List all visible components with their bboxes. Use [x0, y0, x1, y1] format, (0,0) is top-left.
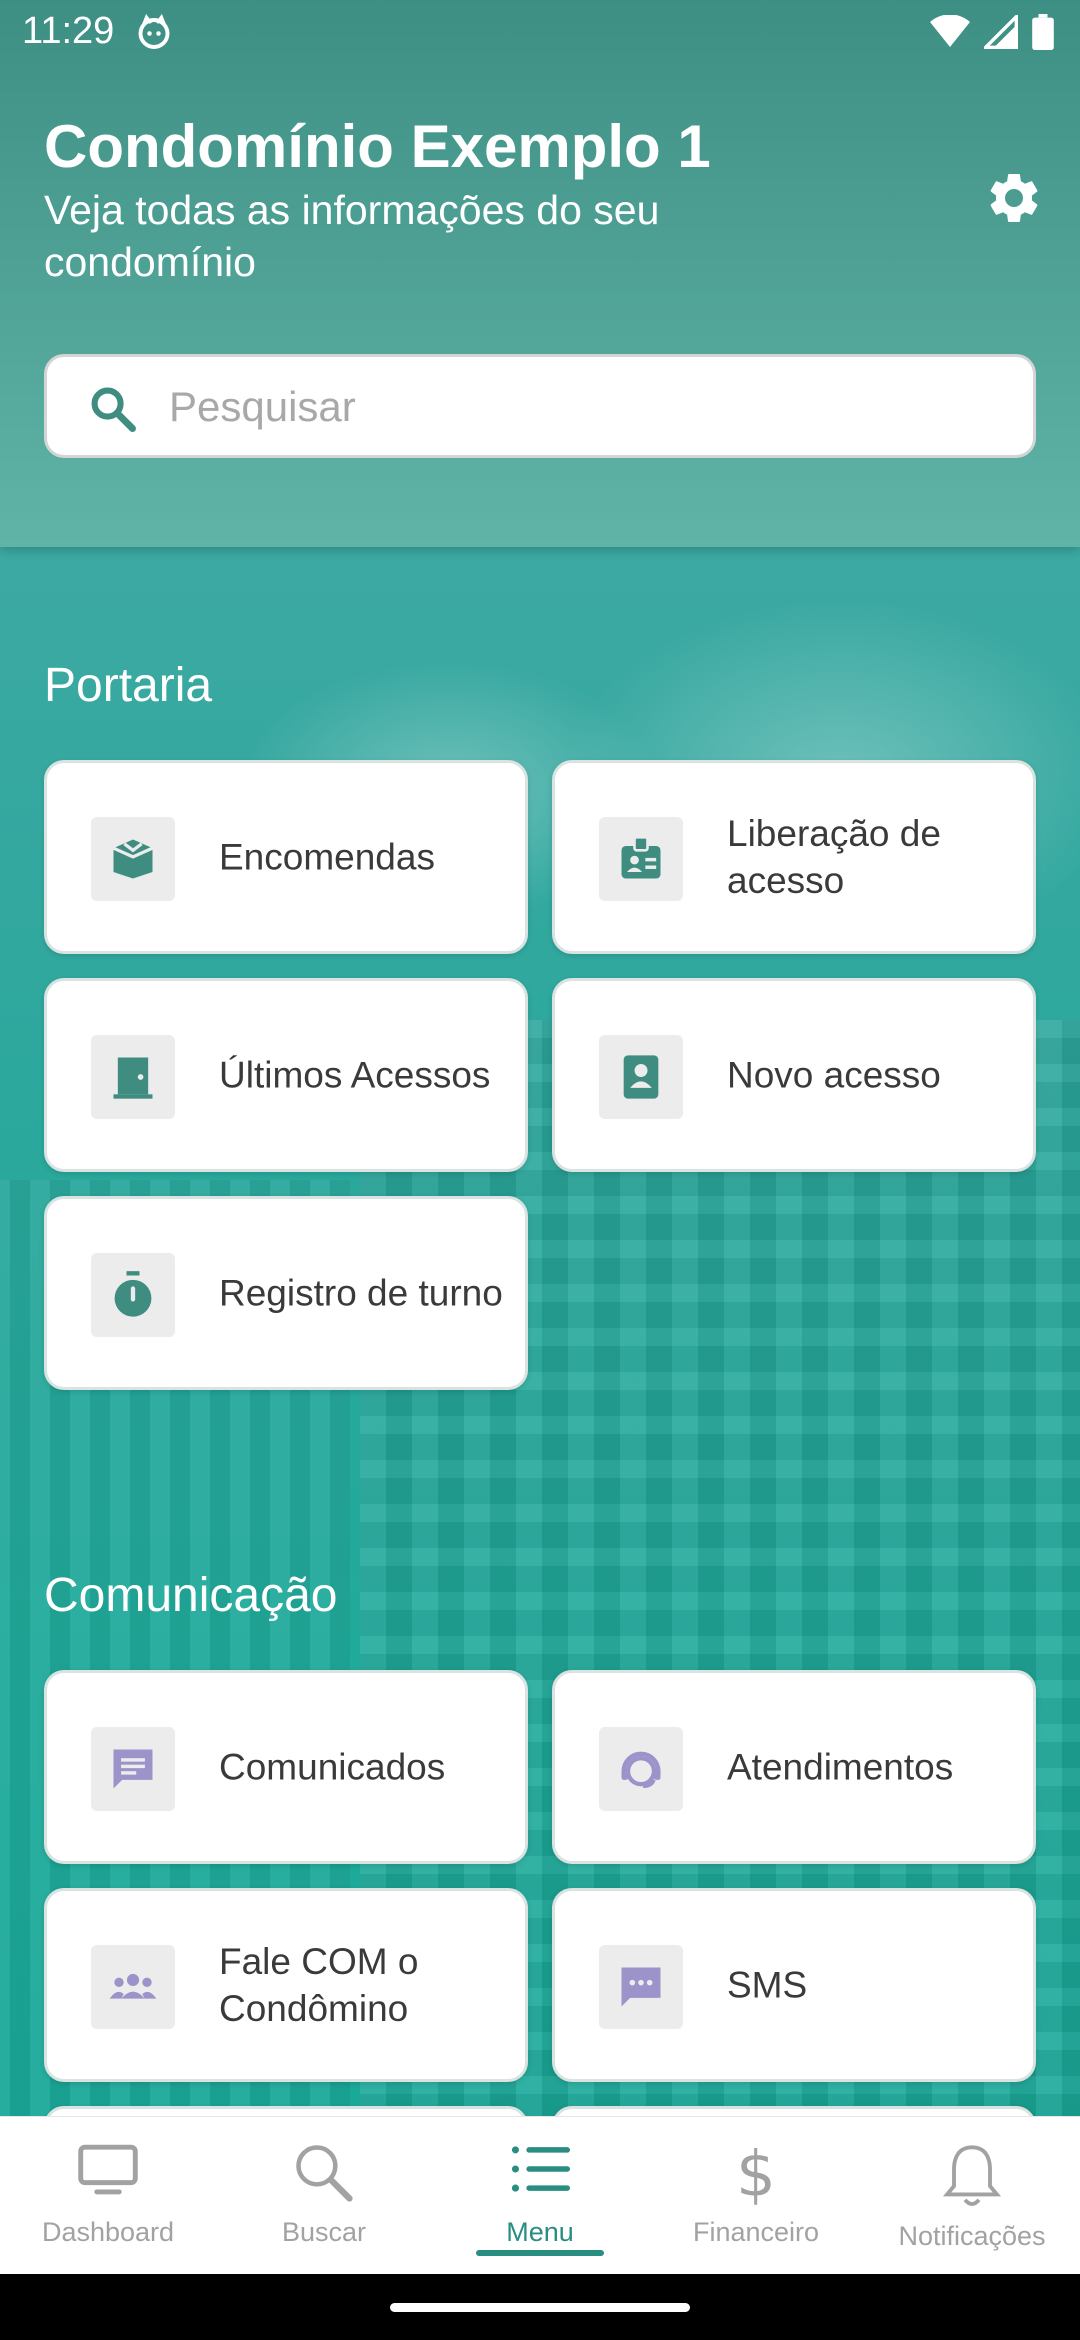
- page-subtitle: Veja todas as informações do seu condomí…: [44, 187, 660, 285]
- menu-card-label: Novo acesso: [727, 1054, 941, 1096]
- nav-label: Financeiro: [692, 2217, 820, 2247]
- menu-card-label: SMS: [727, 1964, 808, 2006]
- menu-card-comunicados[interactable]: Comunicados: [44, 1670, 528, 1864]
- nav-label: Notificações: [898, 2221, 1046, 2251]
- home-gesture-handle[interactable]: [390, 2303, 690, 2312]
- nav-label: Dashboard: [41, 2217, 175, 2247]
- package-icon: [112, 839, 154, 879]
- battery-icon: [1032, 14, 1054, 50]
- menu-card-registro-de-turno[interactable]: Registro de turno: [44, 1196, 528, 1390]
- stopwatch-icon: [114, 1271, 152, 1317]
- search-icon: [296, 2145, 353, 2202]
- dollar-icon: $: [736, 2139, 776, 2207]
- group-icon: [109, 1973, 157, 1999]
- nav-label: Menu: [506, 2217, 574, 2247]
- page-title: Condomínio Exemplo 1: [44, 113, 711, 180]
- menu-card-encomendas[interactable]: Encomendas: [44, 760, 528, 954]
- menu-card-label: Fale COM o Condômino: [219, 1941, 419, 2029]
- contact-card-icon: [623, 1055, 659, 1099]
- wifi-icon: [930, 15, 970, 47]
- message-icon: [113, 1749, 153, 1789]
- nav-item-financeiro[interactable]: $ Financeiro: [648, 2117, 864, 2275]
- nav-label: Buscar: [281, 2217, 367, 2247]
- menu-card-label: Liberação de acesso: [727, 813, 941, 901]
- cat-notification-icon: [138, 14, 170, 49]
- app-header: 11:29 Condomínio Exemplo 1 Veja todas as…: [0, 0, 1080, 547]
- search-bar[interactable]: [44, 354, 1036, 458]
- nav-item-buscar[interactable]: Buscar: [216, 2117, 432, 2275]
- menu-card-fale-com-o-condomino[interactable]: Fale COM o Condômino: [44, 1888, 528, 2082]
- menu-card-label: Encomendas: [219, 836, 435, 878]
- menu-card-novo-acesso[interactable]: Novo acesso: [552, 978, 1036, 1172]
- menu-card-atendimentos[interactable]: Atendimentos: [552, 1670, 1036, 1864]
- nav-item-dashboard[interactable]: Dashboard: [0, 2117, 216, 2275]
- search-icon: [91, 387, 136, 432]
- search-input[interactable]: [169, 375, 1009, 439]
- list-icon: [511, 2146, 570, 2192]
- menu-card-label: Comunicados: [219, 1746, 446, 1788]
- menu-card-ultimos-acessos[interactable]: Últimos Acessos: [44, 978, 528, 1172]
- section-title-comunicacao: Comunicação: [44, 1569, 338, 1622]
- door-icon: [113, 1057, 153, 1099]
- signal-icon: [984, 15, 1018, 49]
- status-bar: 11:29: [0, 0, 1080, 66]
- menu-card-label: Últimos Acessos: [219, 1054, 491, 1096]
- section-title-portaria: Portaria: [44, 659, 213, 712]
- gear-icon[interactable]: [984, 168, 1044, 228]
- svg-text:$: $: [736, 2139, 776, 2207]
- sms-icon: [621, 1967, 661, 2007]
- nav-item-notificacoes[interactable]: Notificações: [864, 2117, 1080, 2275]
- bell-icon: [942, 2145, 1002, 2206]
- status-time: 11:29: [22, 10, 115, 52]
- id-badge-icon: [621, 836, 661, 879]
- menu-card-label: Atendimentos: [727, 1746, 954, 1788]
- support-agent-icon: [621, 1751, 661, 1789]
- monitor-icon: [78, 2144, 138, 2195]
- menu-card-liberacao-de-acesso[interactable]: Liberação de acesso: [552, 760, 1036, 954]
- active-tab-indicator: [476, 2250, 604, 2256]
- menu-card-label: Registro de turno: [219, 1272, 503, 1314]
- menu-card-sms[interactable]: SMS: [552, 1888, 1036, 2082]
